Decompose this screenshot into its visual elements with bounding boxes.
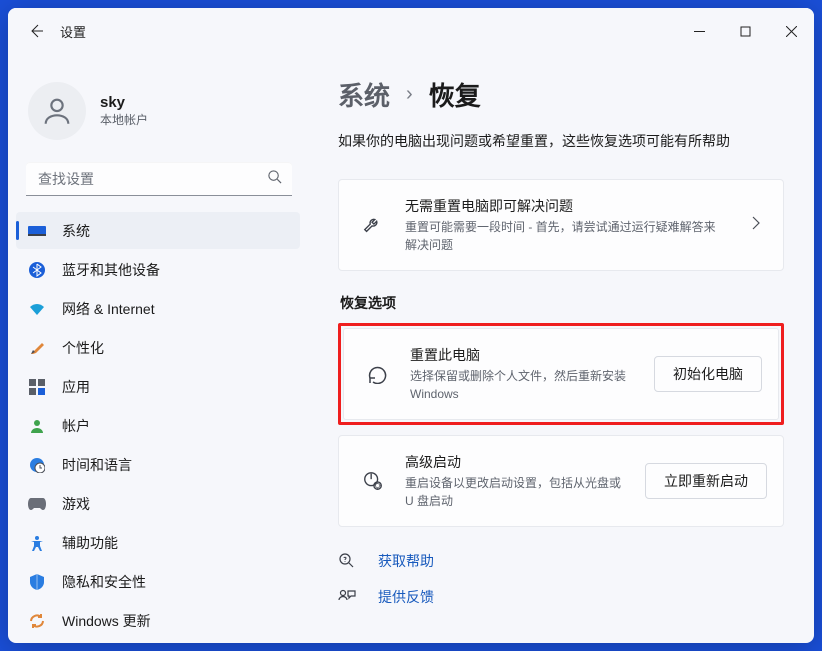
bluetooth-icon: [28, 261, 46, 279]
sidebar-item-label: 帐户: [62, 416, 90, 436]
back-button[interactable]: [16, 11, 56, 51]
chevron-right-icon: [745, 216, 767, 235]
sidebar-item-accounts[interactable]: 帐户: [16, 407, 300, 444]
sidebar-item-bluetooth[interactable]: 蓝牙和其他设备: [16, 251, 300, 288]
link-label: 获取帮助: [378, 551, 434, 571]
link-label: 提供反馈: [378, 587, 434, 607]
card-text: 无需重置电脑即可解决问题 重置可能需要一段时间 - 首先，请尝试通过运行疑难解答…: [405, 196, 727, 254]
close-icon: [786, 26, 797, 37]
page-subtitle: 如果你的电脑出现问题或希望重置，这些恢复选项可能有所帮助: [338, 131, 784, 151]
display-icon: [28, 222, 46, 240]
search-icon: [267, 169, 282, 189]
card-title: 高级启动: [405, 452, 627, 472]
card-text: 高级启动 重启设备以更改启动设置，包括从光盘或 U 盘启动: [405, 452, 627, 510]
breadcrumb-parent[interactable]: 系统: [338, 76, 390, 113]
search-input[interactable]: [26, 162, 292, 196]
power-gear-icon: [359, 467, 387, 495]
sidebar-item-system[interactable]: 系统: [16, 212, 300, 249]
link-feedback[interactable]: 提供反馈: [338, 587, 784, 607]
main-panel: 系统 › 恢复 如果你的电脑出现问题或希望重置，这些恢复选项可能有所帮助 无需重…: [308, 54, 814, 643]
apps-icon: [28, 378, 46, 396]
sidebar-item-windows-update[interactable]: Windows 更新: [16, 602, 300, 639]
maximize-button[interactable]: [722, 11, 768, 51]
sidebar-item-privacy[interactable]: 隐私和安全性: [16, 563, 300, 600]
highlight-box: 重置此电脑 选择保留或删除个人文件，然后重新安装 Windows 初始化电脑: [338, 323, 784, 425]
reset-pc-button[interactable]: 初始化电脑: [654, 356, 762, 392]
profile-section[interactable]: sky 本地帐户: [8, 58, 308, 162]
sidebar: sky 本地帐户 系统 蓝牙和其他设备: [8, 54, 308, 643]
sidebar-item-accessibility[interactable]: 辅助功能: [16, 524, 300, 561]
help-icon: [338, 552, 356, 570]
sidebar-item-gaming[interactable]: 游戏: [16, 485, 300, 522]
settings-window: 设置 sky 本地帐户: [8, 8, 814, 643]
sidebar-item-label: 时间和语言: [62, 455, 132, 475]
globe-clock-icon: [28, 456, 46, 474]
sidebar-item-apps[interactable]: 应用: [16, 368, 300, 405]
sidebar-item-personalization[interactable]: 个性化: [16, 329, 300, 366]
card-troubleshoot[interactable]: 无需重置电脑即可解决问题 重置可能需要一段时间 - 首先，请尝试通过运行疑难解答…: [338, 179, 784, 271]
wrench-icon: [359, 211, 387, 239]
card-title: 无需重置电脑即可解决问题: [405, 196, 727, 216]
card-text: 重置此电脑 选择保留或删除个人文件，然后重新安装 Windows: [410, 345, 636, 403]
feedback-icon: [338, 588, 356, 606]
profile-text: sky 本地帐户: [100, 94, 148, 128]
wifi-icon: [28, 300, 46, 318]
app-title: 设置: [60, 22, 86, 41]
content-area: sky 本地帐户 系统 蓝牙和其他设备: [8, 54, 814, 643]
sidebar-item-label: 隐私和安全性: [62, 572, 146, 592]
person-icon: [40, 94, 74, 128]
minimize-button[interactable]: [676, 11, 722, 51]
avatar: [28, 82, 86, 140]
titlebar: 设置: [8, 8, 814, 54]
card-advanced-startup: 高级启动 重启设备以更改启动设置，包括从光盘或 U 盘启动 立即重新启动: [338, 435, 784, 527]
arrow-left-icon: [28, 23, 44, 39]
accessibility-icon: [28, 534, 46, 552]
maximize-icon: [740, 26, 751, 37]
breadcrumb: 系统 › 恢复: [338, 76, 784, 113]
section-label-recovery: 恢复选项: [340, 293, 784, 313]
sidebar-item-label: 系统: [62, 221, 90, 241]
nav-list: 系统 蓝牙和其他设备 网络 & Internet 个性化 应用: [8, 208, 308, 643]
sidebar-item-label: Windows 更新: [62, 611, 151, 631]
footer-links: 获取帮助 提供反馈: [338, 551, 784, 607]
sidebar-item-label: 游戏: [62, 494, 90, 514]
sidebar-item-label: 蓝牙和其他设备: [62, 260, 160, 280]
link-get-help[interactable]: 获取帮助: [338, 551, 784, 571]
restart-now-button[interactable]: 立即重新启动: [645, 463, 767, 499]
search-box: [26, 162, 292, 196]
card-reset-pc: 重置此电脑 选择保留或删除个人文件，然后重新安装 Windows 初始化电脑: [343, 328, 779, 420]
gamepad-icon: [28, 495, 46, 513]
sidebar-item-label: 辅助功能: [62, 533, 118, 553]
window-controls: [676, 11, 814, 51]
chevron-right-icon: ›: [406, 83, 413, 106]
close-button[interactable]: [768, 11, 814, 51]
minimize-icon: [694, 26, 705, 37]
sidebar-item-network[interactable]: 网络 & Internet: [16, 290, 300, 327]
card-desc: 重置可能需要一段时间 - 首先，请尝试通过运行疑难解答来解决问题: [405, 218, 727, 254]
profile-subtitle: 本地帐户: [100, 111, 148, 128]
sidebar-item-label: 个性化: [62, 338, 104, 358]
card-desc: 重启设备以更改启动设置，包括从光盘或 U 盘启动: [405, 474, 627, 510]
card-title: 重置此电脑: [410, 345, 636, 365]
brush-icon: [28, 339, 46, 357]
sidebar-item-time-language[interactable]: 时间和语言: [16, 446, 300, 483]
profile-name: sky: [100, 94, 148, 111]
reset-icon: [364, 360, 392, 388]
page-title: 恢复: [429, 76, 481, 113]
person-small-icon: [28, 417, 46, 435]
card-desc: 选择保留或删除个人文件，然后重新安装 Windows: [410, 367, 636, 403]
sidebar-item-label: 网络 & Internet: [62, 299, 155, 319]
shield-icon: [28, 573, 46, 591]
sidebar-item-label: 应用: [62, 377, 90, 397]
update-icon: [28, 612, 46, 630]
